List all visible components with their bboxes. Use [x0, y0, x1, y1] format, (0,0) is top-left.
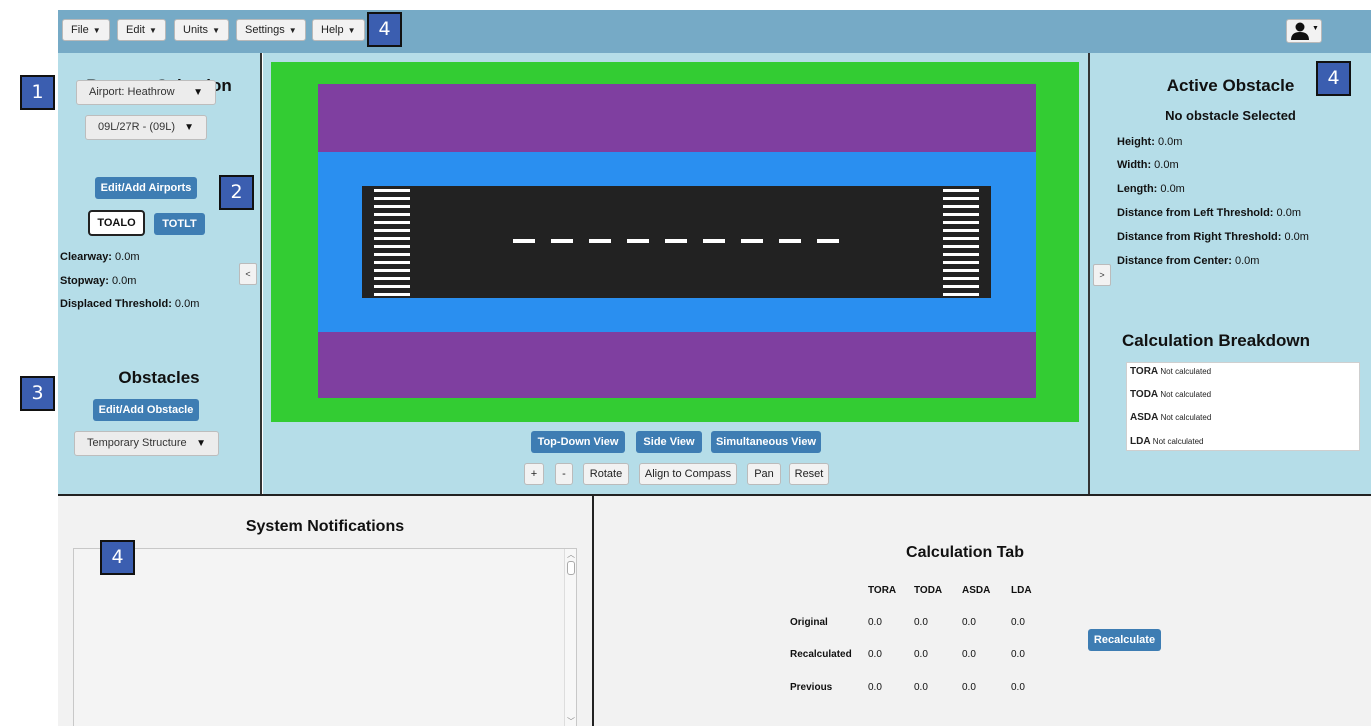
simultaneous-view-button[interactable]: Simultaneous View	[711, 431, 821, 453]
chevron-down-icon: ▼	[288, 26, 297, 35]
distance-right-threshold-field: Distance from Right Threshold: 0.0m	[1117, 231, 1309, 243]
runway-canvas[interactable]	[263, 53, 1088, 423]
table-cell: 0.0	[914, 617, 928, 628]
airport-dropdown-value: Airport: Heathrow	[89, 86, 175, 98]
menu-units[interactable]: Units ▼	[174, 19, 229, 41]
table-cell: 0.0	[1011, 617, 1025, 628]
table-cell: 0.0	[962, 617, 976, 628]
annotation-label-4a: 4	[367, 12, 402, 47]
height-field: Height: 0.0m	[1117, 136, 1183, 148]
table-cell: 0.0	[962, 649, 976, 660]
table-cell: 0.0	[1011, 682, 1025, 693]
user-menu-button[interactable]: ▼	[1286, 19, 1322, 43]
runway-strip-top	[318, 84, 1036, 152]
breakdown-row-tora: TORA Not calculated	[1130, 366, 1212, 377]
recalculate-button[interactable]: Recalculate	[1088, 629, 1161, 651]
runway-strip-bottom	[318, 332, 1036, 398]
active-obstacle-panel: Active Obstacle No obstacle Selected Hei…	[1088, 53, 1371, 494]
calculation-breakdown-box: TORA Not calculated TODA Not calculated …	[1126, 362, 1360, 451]
menu-settings[interactable]: Settings ▼	[236, 19, 306, 41]
breakdown-row-asda: ASDA Not calculated	[1130, 412, 1212, 423]
system-notifications-panel: System Notifications ︿ ﹀	[58, 494, 594, 726]
column-header-toda: TODA	[914, 585, 943, 596]
row-label-previous: Previous	[790, 682, 833, 693]
dropdown-arrow-icon: ▼	[193, 87, 203, 98]
calculation-breakdown-title: Calculation Breakdown	[1122, 331, 1310, 350]
clearway-field: Clearway: 0.0m	[60, 251, 140, 263]
system-notifications-title: System Notifications	[245, 518, 405, 535]
menu-help[interactable]: Help ▼	[312, 19, 365, 41]
calculation-tab-panel: Calculation Tab TORA TODA ASDA LDA Origi…	[594, 494, 1371, 726]
toalo-button[interactable]: TOALO	[88, 210, 145, 236]
column-header-asda: ASDA	[962, 585, 991, 596]
column-header-tora: TORA	[868, 585, 897, 596]
runway-view-panel: Top-Down View Side View Simultaneous Vie…	[263, 53, 1088, 494]
totlt-button[interactable]: TOTLT	[154, 213, 205, 235]
obstacle-type-value: Temporary Structure	[87, 437, 187, 449]
calculation-tab-title: Calculation Tab	[906, 544, 1024, 561]
dropdown-arrow-icon: ▼	[196, 438, 206, 449]
collapse-left-button[interactable]: <	[239, 263, 257, 285]
side-view-button[interactable]: Side View	[636, 431, 702, 453]
width-field: Width: 0.0m	[1117, 159, 1179, 171]
stopway-field: Stopway: 0.0m	[60, 275, 137, 287]
no-obstacle-label: No obstacle Selected	[1165, 108, 1296, 123]
annotation-label-1: 1	[20, 75, 55, 110]
table-cell: 0.0	[914, 649, 928, 660]
menu-file[interactable]: File ▼	[62, 19, 110, 41]
dropdown-arrow-icon: ▼	[184, 122, 194, 133]
menu-bar: File ▼ Edit ▼ Units ▼ Settings ▼ Help ▼ ▼	[58, 10, 1371, 53]
scroll-down-icon[interactable]: ﹀	[567, 716, 575, 726]
zoom-in-button[interactable]: +	[524, 463, 544, 485]
zoom-out-button[interactable]: -	[555, 463, 573, 485]
rotate-button[interactable]: Rotate	[583, 463, 629, 485]
edit-add-airports-button[interactable]: Edit/Add Airports	[95, 177, 197, 199]
scroll-up-icon[interactable]: ︿	[567, 549, 575, 560]
table-cell: 0.0	[868, 649, 882, 660]
chevron-down-icon: ▼	[1312, 25, 1319, 32]
obstacles-title: Obstacles	[118, 368, 200, 387]
menu-edit[interactable]: Edit ▼	[117, 19, 166, 41]
breakdown-row-lda: LDA Not calculated	[1130, 436, 1204, 447]
annotation-label-4c: 4	[100, 540, 135, 575]
annotation-label-3: 3	[20, 376, 55, 411]
distance-left-threshold-field: Distance from Left Threshold: 0.0m	[1117, 207, 1301, 219]
displaced-threshold-field: Displaced Threshold: 0.0m	[60, 298, 200, 310]
centerline-markings	[513, 239, 839, 243]
chevron-down-icon: ▼	[347, 26, 356, 35]
annotation-label-4b: 4	[1316, 61, 1351, 96]
column-header-lda: LDA	[1011, 585, 1032, 596]
collapse-right-button[interactable]: >	[1093, 264, 1111, 286]
user-icon	[1291, 22, 1309, 40]
edit-add-obstacle-button[interactable]: Edit/Add Obstacle	[93, 399, 199, 421]
table-cell: 0.0	[914, 682, 928, 693]
chevron-down-icon: ▼	[212, 26, 220, 35]
distance-center-field: Distance from Center: 0.0m	[1117, 255, 1260, 267]
row-label-original: Original	[790, 617, 828, 628]
runway-selection-panel: Runway Selection Airport: Heathrow ▼ 09L…	[58, 53, 262, 494]
length-field: Length: 0.0m	[1117, 183, 1185, 195]
app-window: File▼ Edit▼ Units▼ Settings▼ Help▼ ▼ Run…	[58, 0, 1371, 726]
notifications-scrollbar[interactable]: ︿ ﹀	[564, 549, 576, 726]
row-label-recalculated: Recalculated	[790, 649, 852, 660]
reset-button[interactable]: Reset	[789, 463, 829, 485]
chevron-down-icon: ▼	[92, 26, 101, 35]
pan-button[interactable]: Pan	[747, 463, 781, 485]
notifications-log[interactable]: ︿ ﹀	[73, 548, 577, 726]
breakdown-row-toda: TODA Not calculated	[1130, 389, 1212, 400]
airport-dropdown[interactable]: Airport: Heathrow ▼	[76, 80, 216, 105]
scroll-thumb[interactable]	[567, 561, 575, 575]
table-cell: 0.0	[1011, 649, 1025, 660]
align-to-compass-button[interactable]: Align to Compass	[639, 463, 737, 485]
table-cell: 0.0	[868, 682, 882, 693]
table-cell: 0.0	[868, 617, 882, 628]
chevron-down-icon: ▼	[148, 26, 157, 35]
runway-dropdown-value: 09L/27R - (09L)	[98, 121, 176, 133]
annotation-label-2: 2	[219, 175, 254, 210]
runway-dropdown[interactable]: 09L/27R - (09L) ▼	[85, 115, 207, 140]
top-down-view-button[interactable]: Top-Down View	[531, 431, 625, 453]
table-cell: 0.0	[962, 682, 976, 693]
obstacle-type-dropdown[interactable]: Temporary Structure ▼	[74, 431, 219, 456]
